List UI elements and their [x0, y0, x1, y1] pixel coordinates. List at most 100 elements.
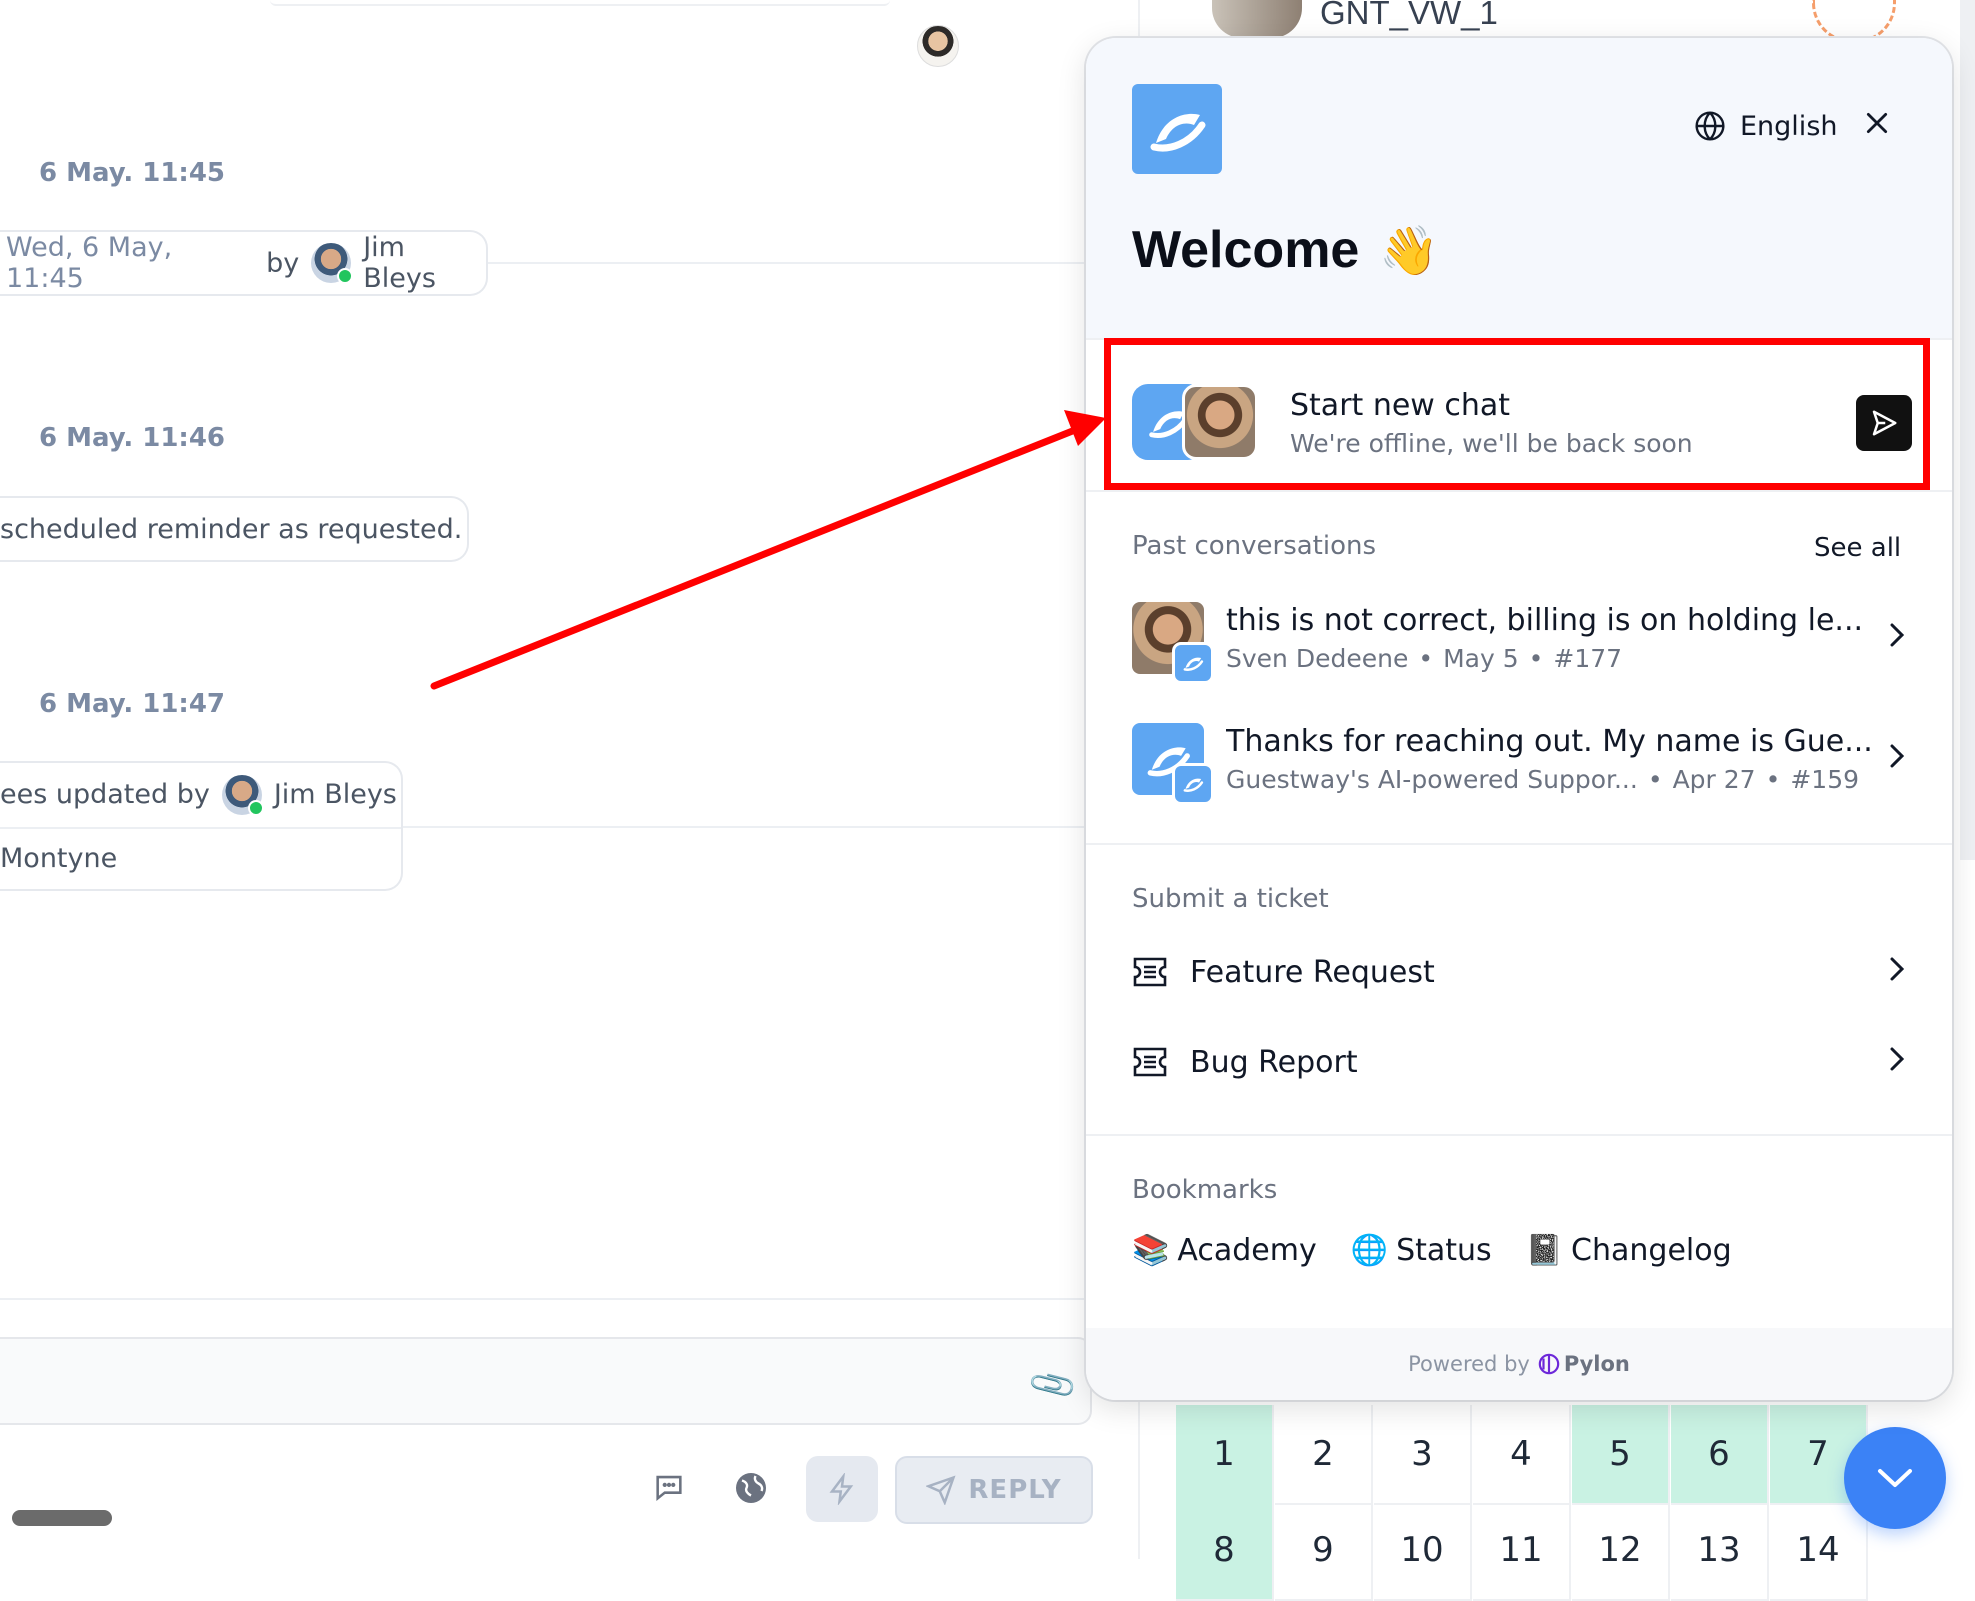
calendar-day[interactable]: 13 [1671, 1501, 1769, 1601]
books-icon: 📚 [1132, 1233, 1170, 1268]
support-widget: English Welcome 👋 Start new chat We're o… [1086, 38, 1952, 1400]
bookmark-label: Status [1396, 1233, 1492, 1268]
horizontal-scrollbar[interactable] [12, 1510, 112, 1526]
previous-message-edge [270, 0, 890, 6]
calendar-day[interactable]: 2 [1275, 1405, 1373, 1505]
event-header: ees updated by Jim Bleys [0, 763, 397, 827]
divider [400, 826, 1090, 828]
conversation-id: #159 [1790, 765, 1860, 794]
past-conversations-title: Past conversations [1132, 531, 1377, 561]
see-all-link[interactable]: See all [1814, 533, 1901, 563]
chat-bubble-icon[interactable] [652, 1470, 686, 1512]
vertical-scrollbar[interactable] [1960, 0, 1975, 860]
widget-header [1086, 38, 1952, 338]
pylon-brand: Pylon [1538, 1352, 1630, 1376]
welcome-text: Welcome [1132, 221, 1360, 279]
calendar-day[interactable]: 8 [1176, 1501, 1274, 1601]
conversation-title: this is not correct, billing is on holdi… [1226, 603, 1864, 638]
conversation-item[interactable]: Thanks for reaching out. My name is Gue.… [1132, 717, 1912, 805]
calendar-day[interactable]: 11 [1473, 1501, 1571, 1601]
event-time: Wed, 6 May, 11:45 [6, 232, 173, 294]
conversation-meta: Sven Dedeene • May 5 • #177 [1226, 644, 1623, 673]
guestway-logo-icon [1150, 113, 1206, 152]
pylon-label: Pylon [1563, 1352, 1630, 1376]
conversation-date: Apr 27 [1672, 765, 1756, 794]
calendar-day[interactable]: 9 [1275, 1501, 1373, 1601]
bug-report-item[interactable]: Bug Report [1132, 1032, 1912, 1092]
event-text: ees updated by [0, 779, 210, 811]
globe-icon [1695, 111, 1725, 141]
reply-button[interactable]: REPLY [895, 1456, 1093, 1524]
calendar-day[interactable]: 4 [1473, 1405, 1571, 1505]
event-detail-row: Montyne [0, 826, 401, 889]
calendar-day[interactable]: 12 [1572, 1501, 1670, 1601]
divider [480, 262, 1090, 264]
event-detail: Montyne [0, 843, 118, 875]
welcome-heading: Welcome 👋 [1132, 220, 1439, 280]
quick-action-button[interactable] [806, 1456, 878, 1522]
conversation-meta: Guestway's AI-powered Suppor... • Apr 27 •… [1226, 765, 1860, 794]
chevron-right-icon [1882, 955, 1912, 990]
language-selector[interactable]: English [1694, 110, 1838, 142]
feature-request-label: Feature Request [1190, 954, 1435, 990]
calendar-day[interactable]: 6 [1671, 1405, 1769, 1505]
bug-report-label: Bug Report [1190, 1044, 1358, 1080]
conversation-author: Guestway's AI-powered Suppor... [1226, 765, 1638, 794]
divider [1086, 1134, 1952, 1136]
chevron-down-icon [1878, 1469, 1912, 1487]
message-bubble: scheduled reminder as requested. [0, 496, 469, 562]
timestamp: 6 May. 11:47 [39, 689, 226, 719]
bookmarks-list: 📚 Academy 🌐 Status 📓 Changelog [1132, 1233, 1732, 1268]
event-by: by [266, 247, 300, 279]
conversation-avatar [1132, 723, 1214, 805]
event-bubble: ees updated by Jim Bleys Montyne [0, 761, 403, 891]
agent-avatar [917, 25, 959, 67]
user-avatar [221, 774, 264, 816]
bookmark-changelog[interactable]: 📓 Changelog [1526, 1233, 1732, 1268]
guestway-logo-icon [1172, 763, 1214, 805]
conversation-author: Sven Dedeene [1226, 644, 1409, 673]
property-title: GNT_VW_1 [1320, 0, 1498, 31]
conversation-text: Thanks for reaching out. My name is Gue.… [1226, 724, 1882, 794]
conversation-avatar [1132, 602, 1214, 684]
conversation-id: #177 [1553, 644, 1623, 673]
bookmark-academy[interactable]: 📚 Academy [1132, 1233, 1317, 1268]
chevron-right-icon [1882, 742, 1912, 777]
feature-request-item[interactable]: Feature Request [1132, 942, 1912, 1002]
conversation-item[interactable]: this is not correct, billing is on holdi… [1132, 596, 1912, 684]
language-label: English [1740, 110, 1838, 142]
bookmark-label: Changelog [1571, 1233, 1732, 1268]
reply-composer[interactable] [0, 1337, 1092, 1425]
ticket-icon [1133, 957, 1167, 987]
globe-icon: 🌐 [1350, 1233, 1389, 1268]
bookmarks-title: Bookmarks [1132, 1175, 1278, 1205]
calendar-day[interactable]: 3 [1374, 1405, 1472, 1505]
timestamp: 6 May. 11:45 [39, 158, 226, 188]
globe-icon[interactable] [733, 1470, 769, 1514]
calendar-day[interactable]: 5 [1572, 1405, 1670, 1505]
collapse-widget-button[interactable] [1844, 1427, 1946, 1529]
submit-ticket-title: Submit a ticket [1132, 884, 1329, 914]
powered-by-text: Powered by [1408, 1352, 1530, 1376]
user-avatar [311, 243, 354, 284]
reply-label: REPLY [968, 1475, 1062, 1505]
calendar-day[interactable]: 10 [1374, 1501, 1472, 1601]
notebook-icon: 📓 [1525, 1233, 1564, 1268]
event-bubble: Wed, 6 May, 11:45 by Jim Bleys [0, 230, 488, 296]
chevron-right-icon [1882, 1045, 1912, 1080]
conversation-date: May 5 [1443, 644, 1519, 673]
bookmark-label: Academy [1177, 1233, 1317, 1268]
waving-hand-icon: 👋 [1379, 224, 1440, 278]
bookmark-status[interactable]: 🌐 Status [1351, 1233, 1492, 1268]
pylon-logo-icon [1538, 1353, 1560, 1375]
message-text: scheduled reminder as requested. [0, 513, 463, 545]
divider [1086, 843, 1952, 845]
calendar-day[interactable]: 1 [1176, 1405, 1274, 1505]
property-thumbnail [1212, 0, 1302, 38]
calendar-day[interactable]: 14 [1770, 1501, 1868, 1601]
close-icon[interactable] [1864, 104, 1890, 145]
guestway-logo-icon [1172, 642, 1214, 684]
powered-by-footer[interactable]: Powered by Pylon [1086, 1328, 1952, 1400]
event-user: Jim Bleys [273, 779, 397, 811]
composer-divider [0, 1298, 1090, 1300]
